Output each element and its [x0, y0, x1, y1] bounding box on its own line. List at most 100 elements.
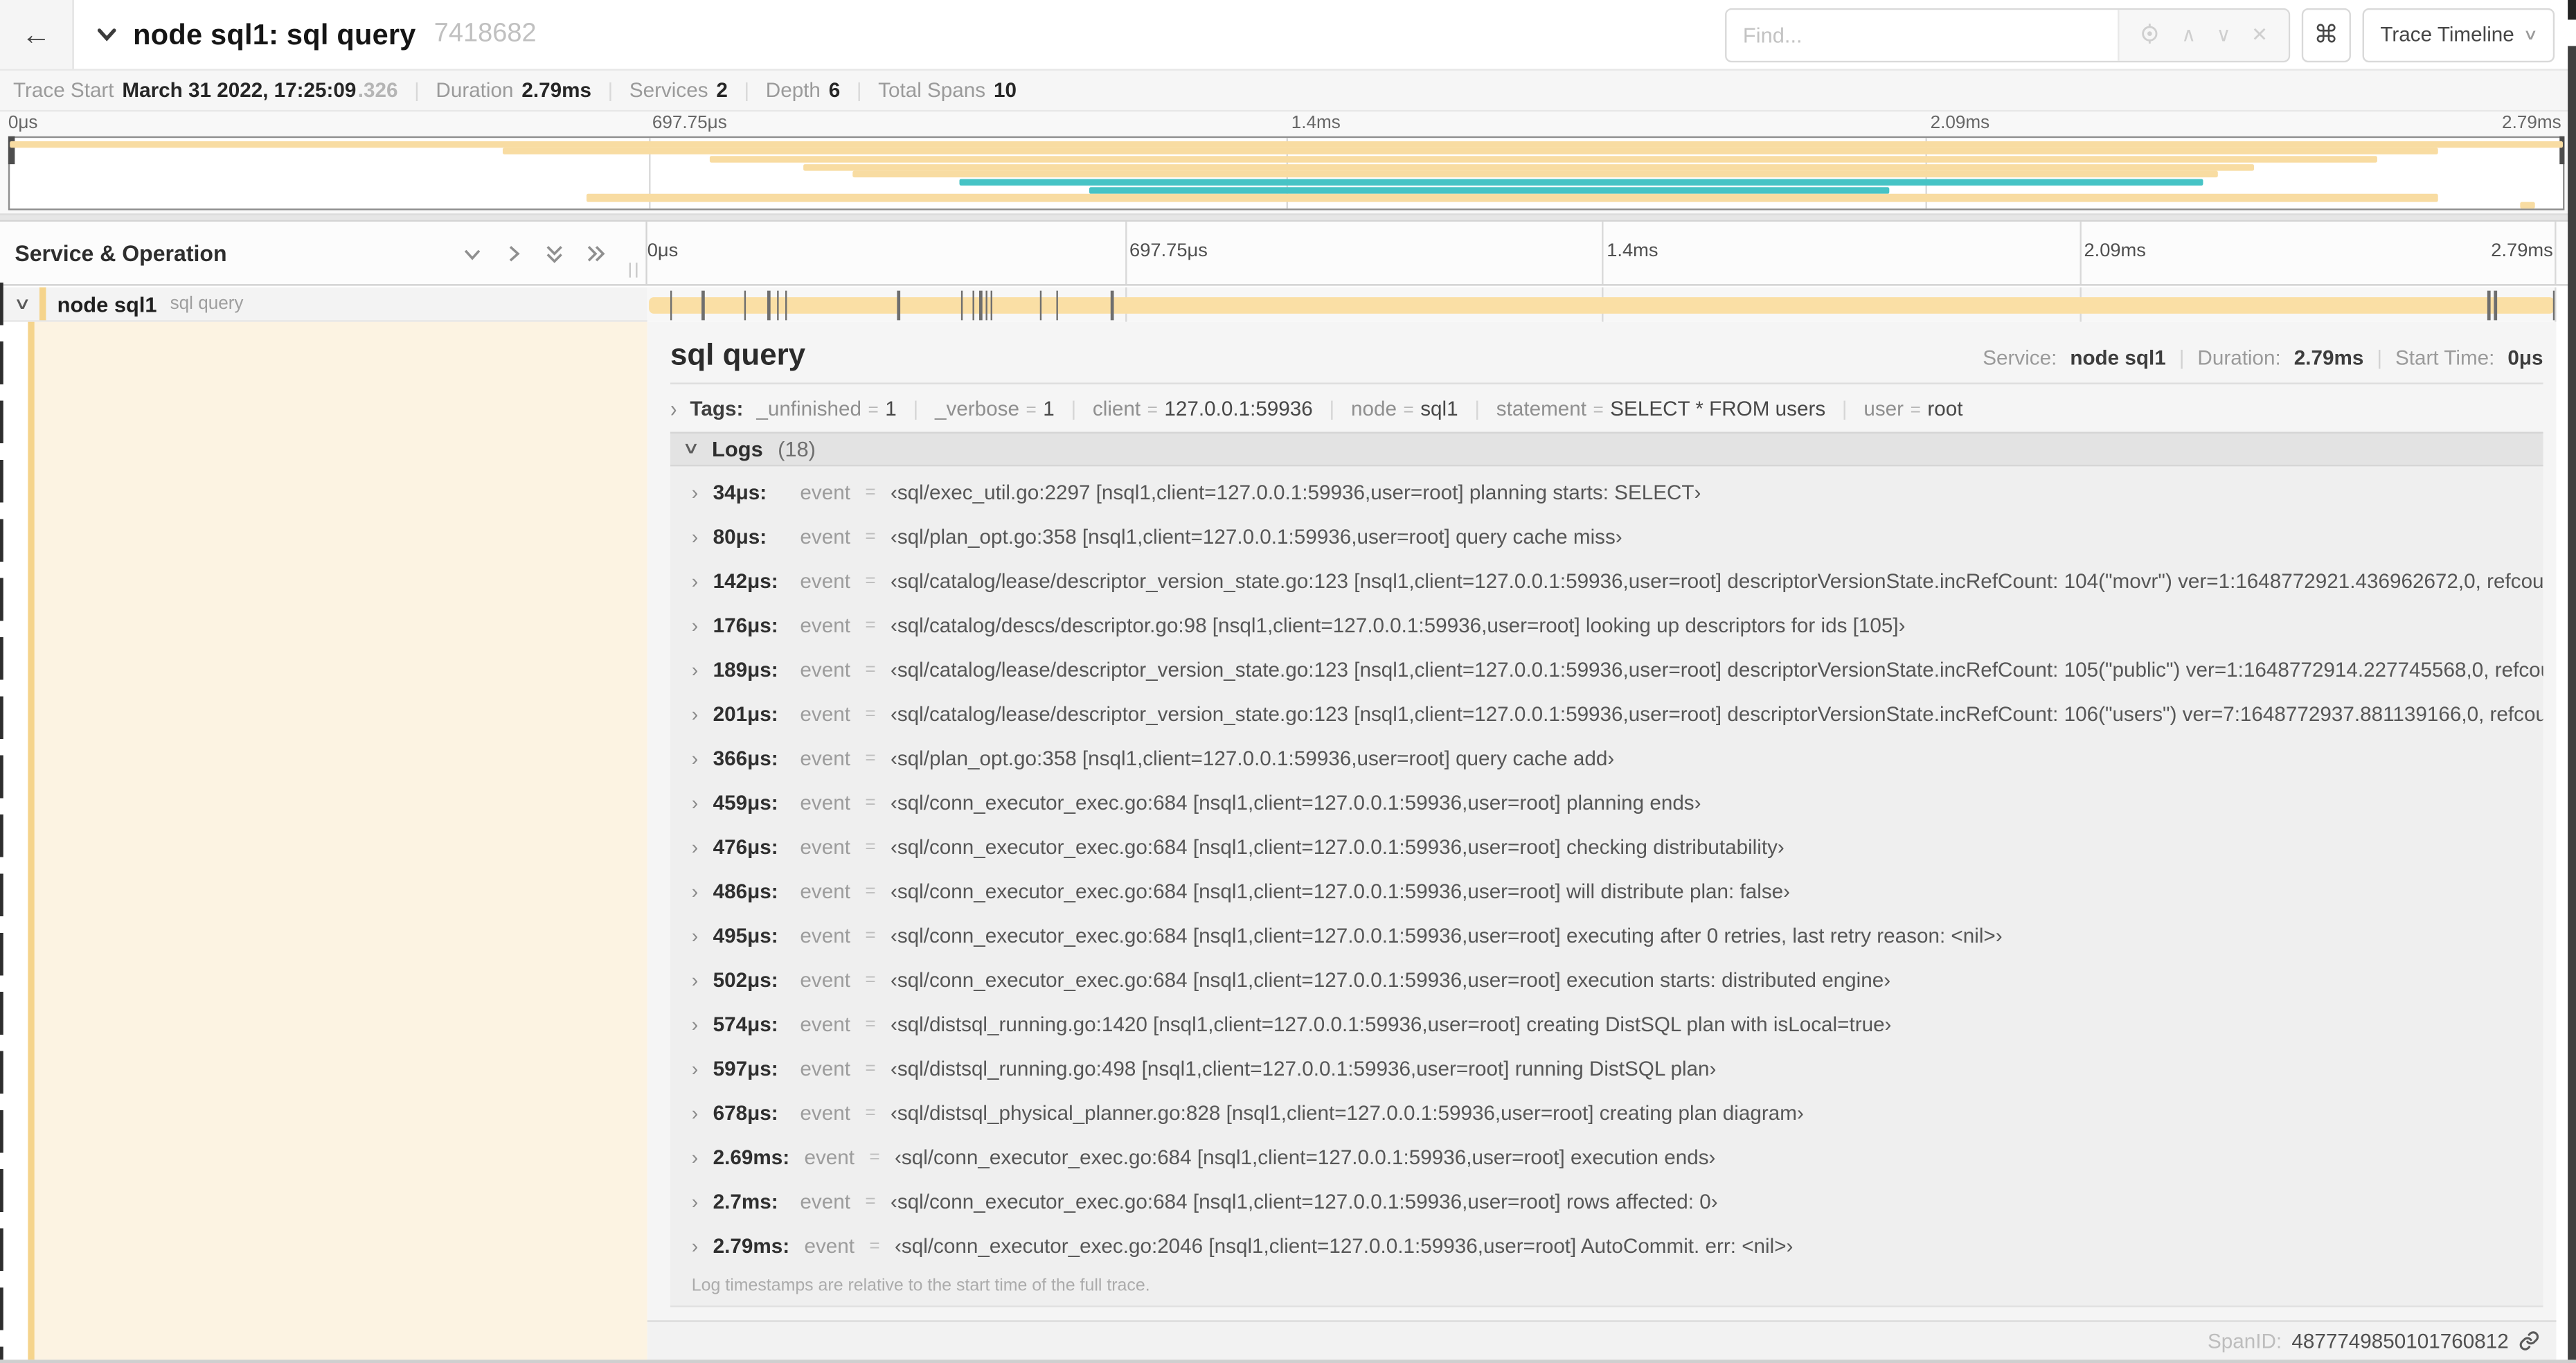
find-input[interactable]	[1726, 9, 2118, 60]
tag-item[interactable]: user = root	[1863, 398, 1962, 420]
focus-match-icon[interactable]	[2140, 22, 2161, 47]
log-entry-row[interactable]: › 2.69ms: event = ‹sql/conn_executor_exec.go…	[670, 1134, 2543, 1179]
bottom-screen-edge	[0, 1360, 2576, 1363]
tag-item[interactable]: _unfinished = 1	[756, 398, 896, 420]
prev-match-icon[interactable]: ∧	[2181, 25, 2196, 44]
log-entry-row[interactable]: › 176μs: event = ‹sql/catalog/descs/descript…	[670, 603, 2543, 647]
log-entry-row[interactable]: › 574μs: event = ‹sql/distsql_running.go:142…	[670, 1001, 2543, 1046]
span-id-footer: SpanID: 4877749850101760812	[647, 1320, 2557, 1360]
log-marker	[961, 289, 964, 320]
log-entry-row[interactable]: › 34μs: event = ‹sql/exec_util.go:2297 [nsql…	[670, 470, 2543, 514]
log-marker	[1039, 289, 1042, 320]
log-marker	[897, 289, 900, 320]
log-chevron-right-icon: ›	[691, 613, 699, 636]
log-timestamp: 2.69ms:	[713, 1145, 790, 1169]
log-field-key: event	[800, 657, 850, 681]
tag-item[interactable]: statement = SELECT * FROM users	[1496, 398, 1825, 420]
time-tick-label: 697.75μs	[1129, 241, 1208, 262]
collapse-all-icon[interactable]	[462, 242, 483, 264]
tag-separator: |	[1841, 397, 1848, 420]
tag-item[interactable]: client = 127.0.0.1:59936	[1093, 398, 1313, 420]
log-marker	[1055, 289, 1058, 320]
right-screen-edge-top	[2568, 0, 2576, 20]
log-entry-row[interactable]: › 495μs: event = ‹sql/conn_executor_exec.go:…	[670, 913, 2543, 957]
tag-item[interactable]: node = sql1	[1351, 398, 1458, 420]
minimap-span	[587, 194, 2438, 202]
keyboard-shortcuts-button[interactable]: ⌘	[2301, 7, 2351, 62]
log-field-key: event	[800, 879, 850, 902]
log-timestamp: 176μs:	[713, 613, 778, 636]
log-equals: =	[865, 704, 876, 724]
trace-collapse-chevron-icon[interactable]	[96, 23, 118, 46]
log-field-value: ‹sql/catalog/lease/descriptor_version_st…	[890, 569, 2543, 592]
log-chevron-right-icon: ›	[691, 1012, 699, 1035]
time-tick-label: 1.4ms	[1291, 113, 1341, 134]
log-entry-row[interactable]: › 189μs: event = ‹sql/catalog/lease/descript…	[670, 647, 2543, 691]
log-field-key: event	[800, 569, 850, 592]
log-field-key: event	[800, 1189, 850, 1213]
log-entry-row[interactable]: › 366μs: event = ‹sql/plan_opt.go:358 [nsql1…	[670, 736, 2543, 780]
log-chevron-right-icon: ›	[691, 524, 699, 548]
span-service-name: node sql1	[57, 291, 157, 317]
total-spans-meta: Total Spans 10	[878, 78, 1017, 103]
log-equals: =	[865, 1191, 876, 1211]
view-selector-dropdown[interactable]: Trace Timeline ∨	[2362, 7, 2555, 62]
service-value: node sql1	[2070, 346, 2166, 370]
log-equals: =	[865, 792, 876, 812]
expand-one-icon[interactable]	[585, 242, 607, 264]
service-operation-header: Service & Operation	[0, 222, 647, 285]
log-entry-row[interactable]: › 459μs: event = ‹sql/conn_executor_exec.go:…	[670, 780, 2543, 824]
log-entry-row[interactable]: › 80μs: event = ‹sql/plan_opt.go:358 [nsql1,…	[670, 514, 2543, 558]
log-timestamp: 189μs:	[713, 657, 778, 681]
log-field-value: ‹sql/conn_executor_exec.go:684 [nsql1,cl…	[890, 1189, 1718, 1213]
log-entry-row[interactable]: › 476μs: event = ‹sql/conn_executor_exec.go:…	[670, 824, 2543, 868]
log-field-value: ‹sql/conn_executor_exec.go:684 [nsql1,cl…	[890, 968, 1891, 991]
log-entry-row[interactable]: › 678μs: event = ‹sql/distsql_physical_plann…	[670, 1090, 2543, 1134]
expand-all-icon[interactable]	[544, 242, 565, 264]
column-resize-grip[interactable]	[629, 262, 638, 278]
log-entry-row[interactable]: › 486μs: event = ‹sql/conn_executor_exec.go:…	[670, 868, 2543, 913]
clear-search-icon[interactable]: ✕	[2251, 25, 2268, 44]
minimap-canvas[interactable]	[8, 136, 2565, 211]
depth-meta: Depth 6	[765, 78, 841, 103]
tags-accordion[interactable]: › Tags: _unfinished = 1 | _verbose = 1 | client =…	[670, 395, 2543, 422]
log-timestamp: 201μs:	[713, 702, 778, 725]
log-entry-row[interactable]: › 2.7ms: event = ‹sql/conn_executor_exec.go:…	[670, 1179, 2543, 1223]
log-timestamp: 495μs:	[713, 923, 778, 947]
minimap-span	[709, 155, 2377, 163]
collapse-one-icon[interactable]	[503, 242, 524, 264]
minimap-time-labels: 0μs 697.75μs 1.4ms 2.09ms 2.79ms	[8, 114, 2565, 135]
log-marker	[990, 289, 993, 320]
next-match-icon[interactable]: ∨	[2217, 25, 2231, 44]
log-field-key: event	[800, 1012, 850, 1035]
log-chevron-right-icon: ›	[691, 790, 699, 814]
back-arrow-icon: ←	[21, 17, 51, 51]
log-chevron-right-icon: ›	[691, 746, 699, 769]
deep-link-icon[interactable]	[2519, 1330, 2540, 1352]
log-entry-row[interactable]: › 142μs: event = ‹sql/catalog/lease/descript…	[670, 558, 2543, 603]
log-timestamp: 574μs:	[713, 1012, 778, 1035]
section-divider[interactable]	[0, 213, 2576, 222]
left-screen-edge	[0, 282, 3, 1360]
duration-meta: Duration 2.79ms	[436, 78, 591, 103]
logs-header[interactable]: ∨ Logs (18)	[670, 431, 2543, 467]
log-timestamp: 476μs:	[713, 835, 778, 858]
duration-label: Duration:	[2197, 346, 2281, 370]
view-selector-label: Trace Timeline	[2380, 23, 2514, 46]
log-entry-row[interactable]: › 2.79ms: event = ‹sql/conn_executor_exec.go…	[670, 1223, 2543, 1267]
log-marker	[2552, 289, 2555, 320]
back-button[interactable]: ←	[0, 0, 74, 69]
log-entry-row[interactable]: › 597μs: event = ‹sql/distsql_running.go:498…	[670, 1046, 2543, 1090]
log-entry-row[interactable]: › 502μs: event = ‹sql/conn_executor_exec.go:…	[670, 957, 2543, 1001]
right-scrollbar[interactable]	[2568, 46, 2576, 1363]
span-collapse-chevron-icon[interactable]: ∨	[13, 295, 31, 313]
ruler-tick-labels: 0μs 697.75μs 1.4ms 2.09ms 2.79ms	[647, 242, 2557, 265]
log-entry-row[interactable]: › 201μs: event = ‹sql/catalog/lease/descript…	[670, 691, 2543, 736]
detail-left-column	[0, 321, 647, 1360]
minimap-scrubber-left[interactable]	[8, 136, 15, 165]
minimap-scrubber-right[interactable]	[2559, 136, 2565, 165]
trace-start-meta: Trace Start March 31 2022, 17:25:09.326	[12, 78, 398, 103]
tag-item[interactable]: _verbose = 1	[935, 398, 1055, 420]
log-field-value: ‹sql/conn_executor_exec.go:684 [nsql1,cl…	[890, 835, 1785, 858]
span-row-label[interactable]: ∨ node sql1 sql query	[0, 287, 647, 322]
